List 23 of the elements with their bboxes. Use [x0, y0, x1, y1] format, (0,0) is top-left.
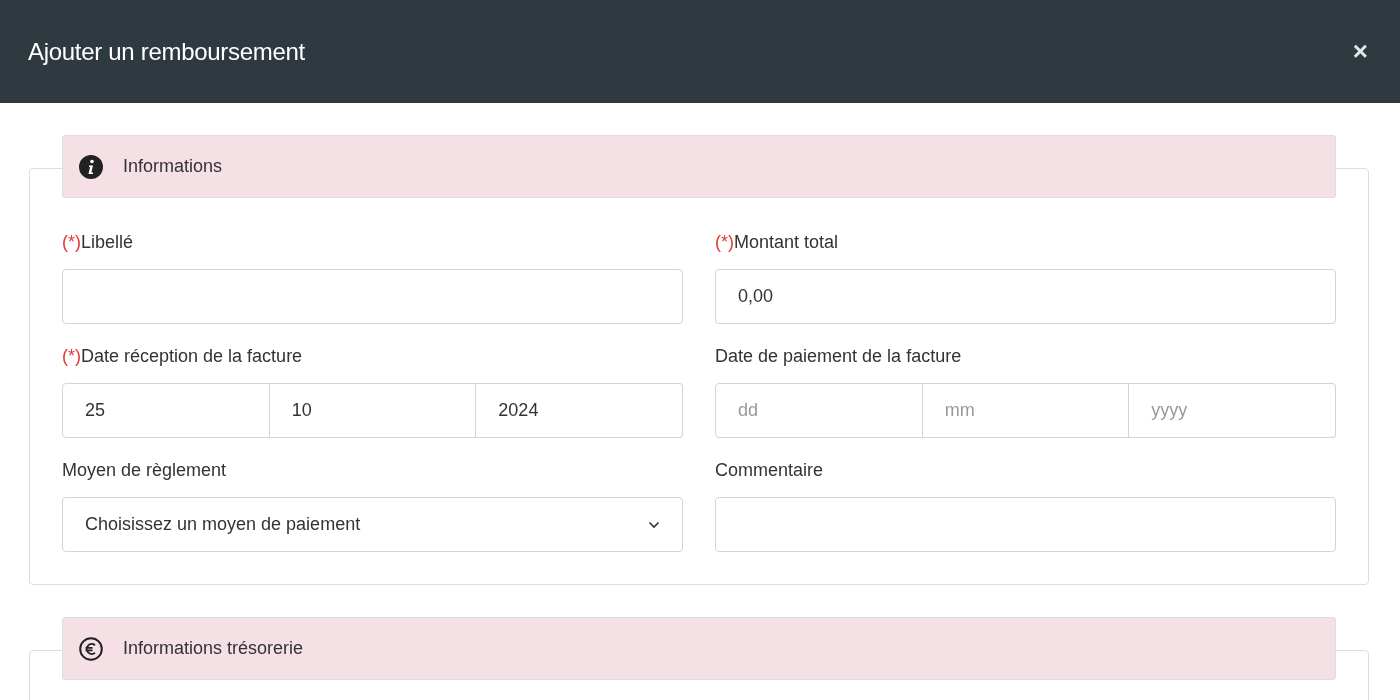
section-title: Informations — [123, 156, 223, 177]
field-label: (*)Date réception de la facture — [62, 346, 303, 367]
date-part-field[interactable]: 25 — [62, 383, 270, 438]
dialog-title: Ajouter un remboursement — [28, 37, 305, 66]
input-field[interactable] — [62, 269, 683, 324]
euro-icon — [79, 636, 103, 661]
field-label: Moyen de règlement — [62, 460, 227, 481]
input-field[interactable]: 0,00 — [715, 269, 1336, 324]
field-label: (*)Libellé — [62, 232, 134, 253]
date-part-field[interactable]: dd — [715, 383, 923, 438]
field-label: Date de paiement de la facture — [715, 346, 962, 367]
select-field[interactable]: Choisissez un moyen de paiement — [62, 497, 683, 552]
date-part-field[interactable]: mm — [922, 383, 1130, 438]
close-button[interactable]: × — [1348, 36, 1372, 67]
input-field[interactable] — [715, 497, 1336, 552]
section-title: Informations trésorerie — [123, 638, 304, 659]
field-label: Commentaire — [715, 460, 824, 481]
chevron-down-icon — [648, 520, 660, 529]
date-part-field[interactable]: yyyy — [1129, 383, 1336, 438]
info-icon — [79, 154, 103, 179]
date-part-field[interactable]: 2024 — [476, 383, 683, 438]
field-label: (*)Montant total — [715, 232, 839, 253]
date-part-field[interactable]: 10 — [269, 383, 477, 438]
